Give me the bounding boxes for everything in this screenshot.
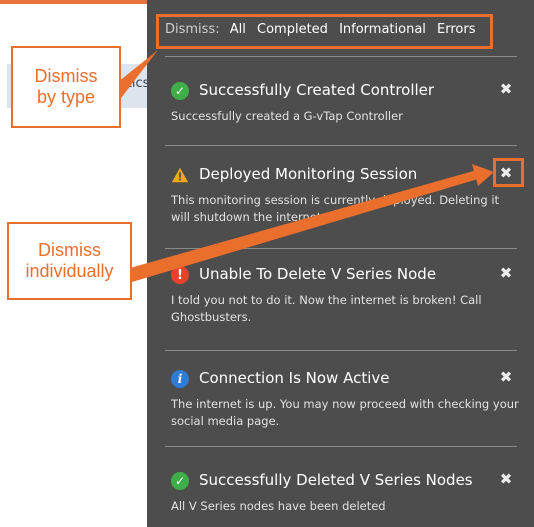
dismiss-individually-callout: Dismiss individually — [7, 222, 132, 300]
arrowhead — [472, 164, 494, 186]
dismiss-individually-arrow — [130, 168, 488, 282]
dismiss-by-type-callout: Dismiss by type — [11, 46, 121, 128]
dismiss-by-type-arrow — [118, 50, 158, 102]
